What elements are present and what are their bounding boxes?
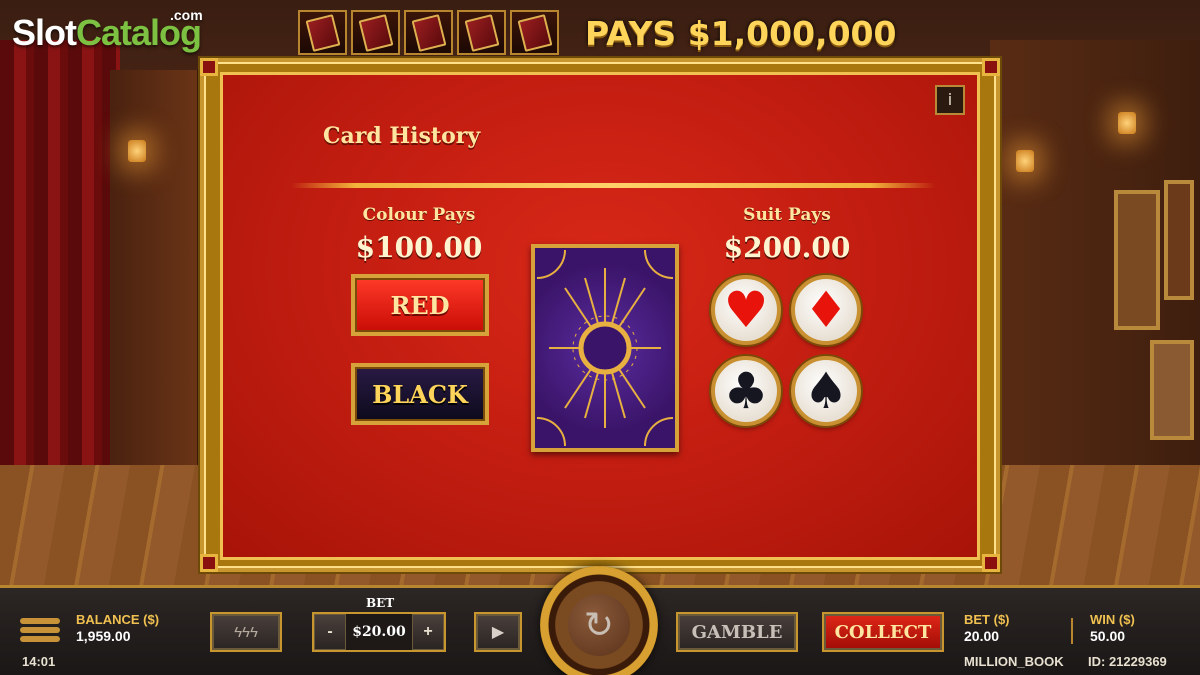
card-back xyxy=(531,244,679,452)
bet-increase-button[interactable]: + xyxy=(412,614,444,650)
wall-lamp xyxy=(1118,112,1136,134)
slotcatalog-logo: SlotCatalog .com xyxy=(12,7,203,54)
gamble-panel: i Card History Colour Pays $100.00 RED B… xyxy=(220,72,980,560)
collect-button[interactable]: COLLECT xyxy=(822,612,944,652)
diamonds-icon: ♦ xyxy=(803,281,849,339)
hearts-icon: ♥ xyxy=(723,281,769,339)
bet-amount: $20.00 xyxy=(352,624,406,640)
book-icon xyxy=(351,10,400,55)
play-icon: ▶ xyxy=(491,624,505,641)
suit-pays-title: Suit Pays xyxy=(743,205,831,225)
autoplay-button[interactable]: ▶ xyxy=(474,612,522,652)
logo-slot: Slot xyxy=(12,12,77,53)
win-value: 50.00 xyxy=(1090,628,1126,644)
frame-corner xyxy=(200,58,218,76)
hearts-button[interactable]: ♥ xyxy=(711,275,781,345)
quick-spin-button[interactable]: ϟϟϟ xyxy=(210,612,282,652)
spin-arrow-icon: ↻ xyxy=(568,594,630,656)
suit-pays-amount: $200.00 xyxy=(723,231,851,264)
clock: 14:01 xyxy=(22,654,56,669)
divider xyxy=(1071,618,1073,644)
bet-selector: - $20.00 + xyxy=(312,612,446,652)
divider xyxy=(291,183,935,188)
win-label: WIN ($) xyxy=(1090,612,1135,627)
wall-lamp xyxy=(128,140,146,162)
control-bar: 14:01 BALANCE ($) 1,959.00 ϟϟϟ BET - $20… xyxy=(0,566,1200,675)
book-icon xyxy=(457,10,506,55)
frame-corner xyxy=(200,554,218,572)
colour-pays-title: Colour Pays xyxy=(362,205,476,225)
bet-value: 20.00 xyxy=(964,628,1000,644)
balance-label: BALANCE ($) xyxy=(76,612,160,627)
wall-panel-left xyxy=(110,70,200,470)
card-history-title: Card History xyxy=(323,123,481,149)
black-button[interactable]: BLACK xyxy=(351,363,489,425)
gamble-panel-frame: i Card History Colour Pays $100.00 RED B… xyxy=(200,58,1000,572)
spades-icon: ♠ xyxy=(803,362,849,420)
lightning-icon: ϟϟϟ xyxy=(234,623,258,641)
bet-title: BET xyxy=(366,596,395,610)
book-icon xyxy=(298,10,347,55)
wall-lamp xyxy=(1016,150,1034,172)
diamonds-button[interactable]: ♦ xyxy=(791,275,861,345)
red-button[interactable]: RED xyxy=(351,274,489,336)
picture-frame xyxy=(1150,340,1194,440)
picture-frame xyxy=(1114,190,1160,330)
bet-decrease-button[interactable]: - xyxy=(314,614,346,650)
book-icon xyxy=(510,10,559,55)
picture-frame xyxy=(1164,180,1194,300)
frame-corner xyxy=(982,58,1000,76)
game-name: MILLION_BOOK xyxy=(964,654,1064,669)
logo-com: .com xyxy=(170,7,203,23)
red-curtain xyxy=(0,40,120,510)
book-collection-bar xyxy=(298,10,559,55)
spin-button[interactable]: ↻ xyxy=(540,566,658,675)
game-id: ID: 21229369 xyxy=(1088,654,1167,669)
bet-label: BET ($) xyxy=(964,612,1010,627)
balance-value: 1,959.00 xyxy=(76,628,131,644)
gamble-button[interactable]: GAMBLE xyxy=(676,612,798,652)
book-icon xyxy=(404,10,453,55)
menu-icon[interactable] xyxy=(20,618,60,646)
info-button[interactable]: i xyxy=(935,85,965,115)
colour-pays-amount: $100.00 xyxy=(355,231,483,264)
clubs-icon: ♣ xyxy=(723,362,769,420)
max-pays-banner: PAYS $1,000,000 xyxy=(585,14,897,53)
frame-corner xyxy=(982,554,1000,572)
clubs-button[interactable]: ♣ xyxy=(711,356,781,426)
card-back-pattern-icon xyxy=(536,249,674,447)
spades-button[interactable]: ♠ xyxy=(791,356,861,426)
